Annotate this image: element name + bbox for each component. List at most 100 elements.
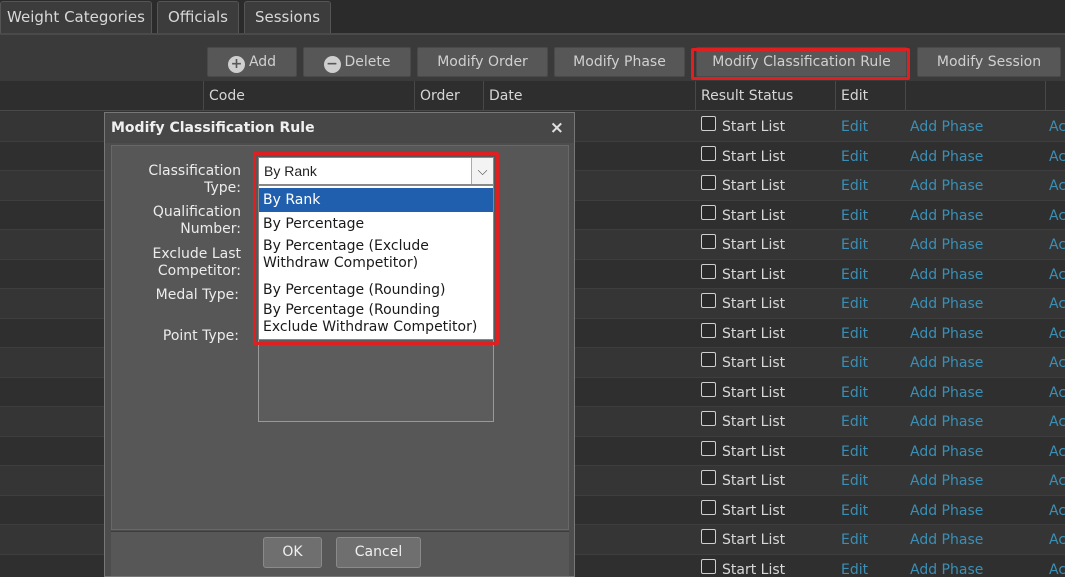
add-phase-link[interactable]: Add Phase (910, 407, 983, 436)
result-status-cell[interactable]: Start List (701, 201, 785, 230)
edit-link[interactable]: Edit (841, 201, 868, 230)
add-link-truncated[interactable]: Ac (1049, 201, 1065, 230)
add-link-truncated[interactable]: Ac (1049, 525, 1065, 554)
result-status-cell[interactable]: Start List (701, 319, 785, 348)
edit-link[interactable]: Edit (841, 555, 868, 577)
result-status-cell[interactable]: Start List (701, 555, 785, 577)
row-checkbox[interactable] (701, 145, 716, 161)
add-link-truncated[interactable]: Ac (1049, 437, 1065, 466)
row-checkbox[interactable] (701, 293, 716, 308)
add-phase-link[interactable]: Add Phase (910, 525, 983, 554)
add-link-truncated[interactable]: Ac (1049, 171, 1065, 200)
add-phase-link[interactable]: Add Phase (910, 437, 983, 466)
edit-link[interactable]: Edit (841, 466, 868, 495)
result-status-cell[interactable]: Start List (701, 466, 785, 495)
column-header-edit[interactable]: Edit (835, 81, 906, 111)
tab-weight-categories[interactable]: Weight Categories (0, 1, 152, 34)
add-phase-link[interactable]: Add Phase (910, 378, 983, 407)
result-status-cell[interactable]: Start List (701, 260, 785, 289)
result-status-cell[interactable]: Start List (701, 496, 785, 525)
result-status-cell[interactable]: Start List (701, 437, 785, 466)
point-type-listbox[interactable] (258, 340, 494, 422)
add-phase-link[interactable]: Add Phase (910, 201, 983, 230)
edit-link[interactable]: Edit (841, 437, 868, 466)
tab-sessions[interactable]: Sessions (244, 1, 331, 34)
add-link-truncated[interactable]: Ac (1049, 555, 1065, 577)
row-checkbox[interactable] (701, 322, 716, 338)
column-header-code[interactable]: Code (203, 81, 416, 111)
add-link-truncated[interactable]: Ac (1049, 466, 1065, 495)
result-status-cell[interactable]: Start List (701, 407, 785, 436)
result-status-cell[interactable]: Start List (701, 142, 785, 171)
row-checkbox[interactable] (701, 263, 716, 279)
row-checkbox[interactable] (701, 558, 716, 574)
add-phase-link[interactable]: Add Phase (910, 112, 983, 141)
add-link-truncated[interactable]: Ac (1049, 348, 1065, 377)
result-status-text: Start List (722, 296, 786, 312)
edit-link[interactable]: Edit (841, 230, 868, 259)
result-status-cell[interactable]: Start List (701, 348, 785, 377)
column-header-order[interactable]: Order (414, 81, 484, 111)
add-button[interactable]: + Add (207, 47, 297, 77)
edit-link[interactable]: Edit (841, 319, 868, 348)
add-link-truncated[interactable]: Ac (1049, 407, 1065, 436)
edit-link[interactable]: Edit (841, 348, 868, 377)
edit-link[interactable]: Edit (841, 378, 868, 407)
add-link-truncated[interactable]: Ac (1049, 112, 1065, 141)
row-checkbox[interactable] (701, 411, 716, 426)
add-link-truncated[interactable]: Ac (1049, 289, 1065, 318)
add-link-truncated[interactable]: Ac (1049, 378, 1065, 407)
result-status-cell[interactable]: Start List (701, 378, 785, 407)
add-phase-link[interactable]: Add Phase (910, 466, 983, 495)
add-phase-link[interactable]: Add Phase (910, 230, 983, 259)
add-phase-link[interactable]: Add Phase (910, 555, 983, 577)
result-status-cell[interactable]: Start List (701, 230, 785, 259)
edit-link[interactable]: Edit (841, 525, 868, 554)
add-link-truncated[interactable]: Ac (1049, 142, 1065, 171)
add-link-truncated[interactable]: Ac (1049, 319, 1065, 348)
ok-button[interactable]: OK (263, 537, 322, 568)
edit-link[interactable]: Edit (841, 289, 868, 318)
add-phase-link[interactable]: Add Phase (910, 348, 983, 377)
edit-link[interactable]: Edit (841, 260, 868, 289)
add-phase-link[interactable]: Add Phase (910, 260, 983, 289)
row-checkbox[interactable] (701, 116, 716, 131)
delete-button[interactable]: − Delete (303, 47, 411, 77)
column-header-date[interactable]: Date (483, 81, 696, 111)
row-checkbox[interactable] (701, 470, 716, 485)
add-link-truncated[interactable]: Ac (1049, 496, 1065, 525)
tab-officials[interactable]: Officials (157, 1, 239, 34)
add-phase-link[interactable]: Add Phase (910, 496, 983, 525)
row-checkbox[interactable] (701, 204, 716, 220)
add-phase-link[interactable]: Add Phase (910, 319, 983, 348)
row-checkbox[interactable] (701, 440, 716, 456)
add-phase-link[interactable]: Add Phase (910, 171, 983, 200)
close-icon[interactable]: × (550, 118, 564, 138)
edit-link[interactable]: Edit (841, 171, 868, 200)
modify-phase-button[interactable]: Modify Phase (554, 47, 685, 77)
row-checkbox[interactable] (701, 234, 716, 249)
cancel-button[interactable]: Cancel (336, 537, 421, 568)
result-status-cell[interactable]: Start List (701, 289, 785, 318)
add-phase-link[interactable]: Add Phase (910, 289, 983, 318)
row-checkbox[interactable] (701, 175, 716, 190)
column-header-result-status[interactable]: Result Status (695, 81, 836, 111)
edit-link[interactable]: Edit (841, 496, 868, 525)
row-checkbox[interactable] (701, 352, 716, 367)
row-checkbox[interactable] (701, 381, 716, 397)
modify-session-button[interactable]: Modify Session (917, 47, 1061, 77)
modify-order-button[interactable]: Modify Order (417, 47, 548, 77)
add-link-truncated[interactable]: Ac (1049, 230, 1065, 259)
label-line: Exclude Last (152, 246, 241, 262)
edit-link[interactable]: Edit (841, 142, 868, 171)
result-status-cell[interactable]: Start List (701, 525, 785, 554)
result-status-cell[interactable]: Start List (701, 171, 785, 200)
row-checkbox[interactable] (701, 529, 716, 544)
add-link-truncated[interactable]: Ac (1049, 260, 1065, 289)
result-status-text: Start List (722, 237, 786, 253)
result-status-cell[interactable]: Start List (701, 112, 785, 141)
add-phase-link[interactable]: Add Phase (910, 142, 983, 171)
edit-link[interactable]: Edit (841, 112, 868, 141)
edit-link[interactable]: Edit (841, 407, 868, 436)
row-checkbox[interactable] (701, 499, 716, 515)
